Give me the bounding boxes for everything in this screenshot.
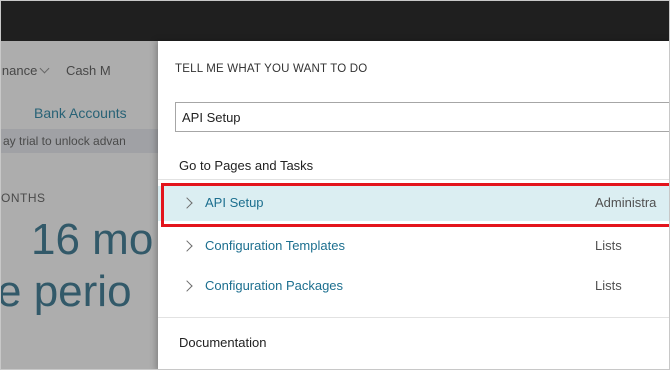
- tell-me-panel: TELL ME WHAT YOU WANT TO DO Go to Pages …: [158, 41, 669, 369]
- divider: [158, 317, 669, 318]
- result-category: Lists: [595, 238, 622, 253]
- search-input[interactable]: [175, 102, 669, 132]
- result-row-configuration-packages[interactable]: Configuration Packages Lists: [158, 269, 669, 304]
- modal-overlay[interactable]: [1, 41, 161, 369]
- section-pages-and-tasks: Go to Pages and Tasks: [179, 158, 314, 173]
- result-row-api-setup[interactable]: API Setup Administra: [158, 186, 669, 221]
- window-frame: inance Cash M Bank Accounts ay trial to …: [0, 0, 670, 370]
- chevron-right-icon: [181, 197, 193, 209]
- section-documentation: Documentation: [179, 335, 267, 350]
- panel-title: TELL ME WHAT YOU WANT TO DO: [175, 63, 368, 75]
- result-row-configuration-templates[interactable]: Configuration Templates Lists: [158, 229, 669, 264]
- result-label[interactable]: API Setup: [205, 195, 264, 210]
- result-category: Administra: [595, 195, 657, 210]
- chevron-right-icon: [181, 240, 193, 252]
- divider: [158, 179, 669, 180]
- result-label[interactable]: Configuration Packages: [205, 278, 343, 293]
- top-bar: [1, 1, 669, 41]
- result-label[interactable]: Configuration Templates: [205, 238, 345, 253]
- chevron-right-icon: [181, 280, 193, 292]
- result-category: Lists: [595, 278, 622, 293]
